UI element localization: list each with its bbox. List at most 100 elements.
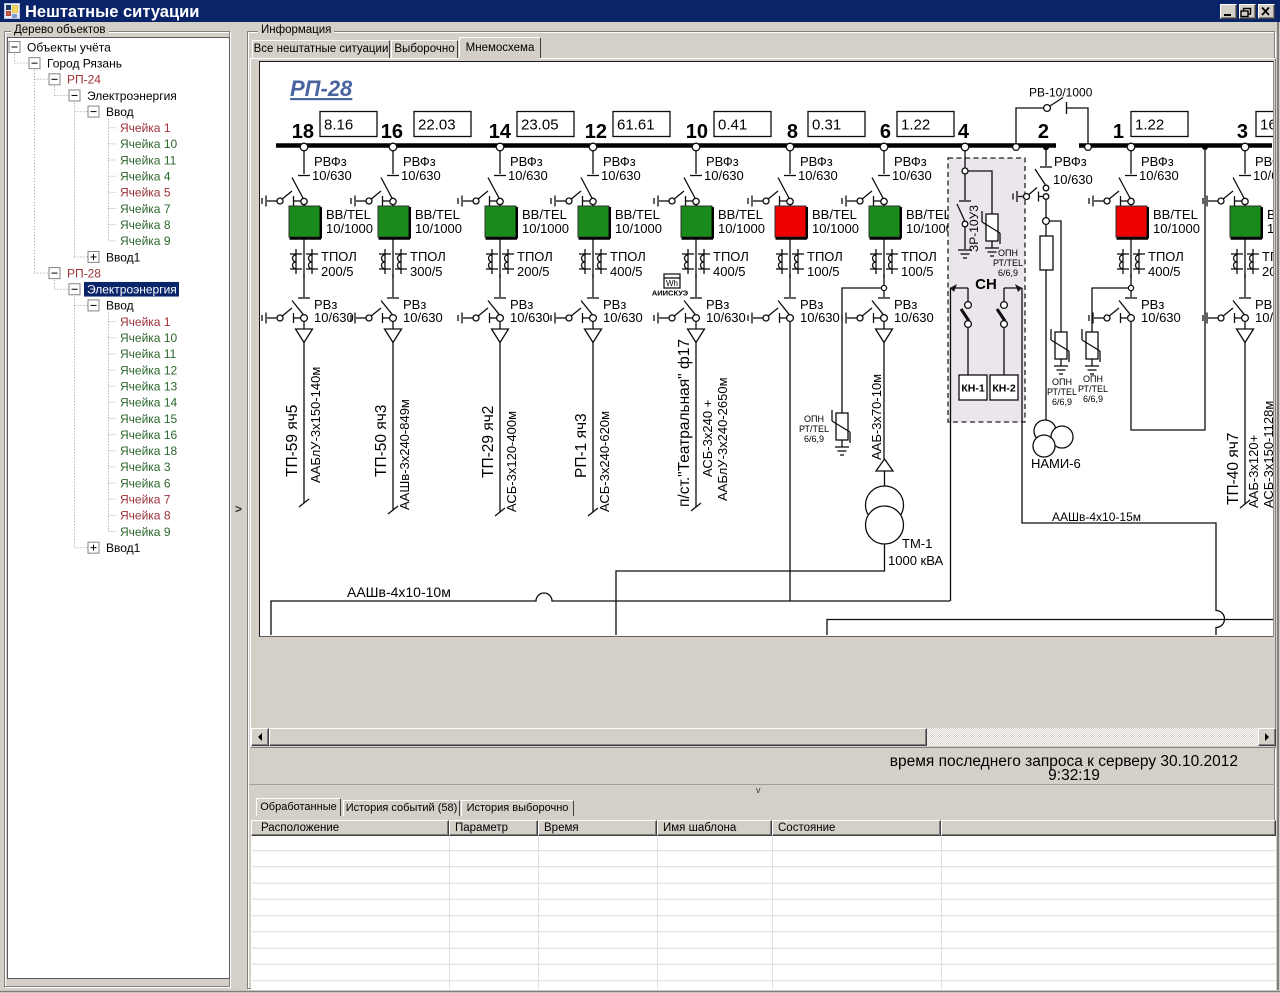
svg-text:ААБлУ-3х240-2650м: ААБлУ-3х240-2650м [715, 377, 730, 501]
svg-text:10/1000: 10/1000 [522, 221, 569, 236]
svg-text:10/1000: 10/1000 [1267, 221, 1276, 236]
svg-text:10/630: 10/630 [601, 168, 641, 183]
svg-text:ТП-29 яч2: ТП-29 яч2 [480, 406, 497, 478]
svg-text:ВВ/TEL: ВВ/TEL [615, 207, 660, 222]
svg-text:10/630: 10/630 [1139, 168, 1179, 183]
svg-text:10/1000: 10/1000 [615, 221, 662, 236]
svg-text:РВФз: РВФз [1141, 154, 1174, 169]
svg-text:200/5: 200/5 [517, 264, 550, 279]
svg-text:СН: СН [975, 276, 997, 293]
svg-text:10/1000: 10/1000 [718, 221, 765, 236]
svg-text:1: 1 [1113, 121, 1124, 143]
svg-text:ААШв-3х240-849м: ААШв-3х240-849м [397, 399, 412, 510]
svg-text:ЗР-10У3: ЗР-10У3 [967, 205, 981, 252]
svg-text:100/5: 100/5 [807, 264, 840, 279]
svg-text:0.31: 0.31 [812, 117, 841, 134]
svg-text:10/630: 10/630 [1253, 168, 1276, 183]
svg-text:РВФз: РВФз [510, 154, 543, 169]
svg-text:10/1000: 10/1000 [906, 221, 953, 236]
svg-text:10/1000: 10/1000 [1153, 221, 1200, 236]
svg-text:16: 16 [1260, 117, 1276, 134]
svg-text:10/630: 10/630 [1053, 172, 1093, 187]
svg-text:10/630: 10/630 [401, 168, 441, 183]
svg-text:ТПОЛ: ТПОЛ [610, 249, 646, 264]
svg-text:АСБ-3х240 +: АСБ-3х240 + [700, 400, 715, 477]
svg-text:400/5: 400/5 [610, 264, 643, 279]
svg-text:10/1000: 10/1000 [326, 221, 373, 236]
svg-text:ОПН: ОПН [998, 248, 1018, 258]
svg-text:Wh: Wh [666, 279, 678, 288]
svg-text:РТ/TEL: РТ/TEL [1078, 384, 1108, 394]
svg-text:РВФз: РВФз [800, 154, 833, 169]
svg-text:400/5: 400/5 [713, 264, 746, 279]
svg-text:1.22: 1.22 [1135, 117, 1164, 134]
svg-text:РП-1 яч3: РП-1 яч3 [573, 413, 590, 478]
svg-text:ОПН: ОПН [1083, 374, 1103, 384]
svg-text:РП-28: РП-28 [290, 76, 353, 101]
svg-text:ВВ/TEL: ВВ/TEL [1267, 207, 1276, 222]
svg-text:10/630: 10/630 [403, 310, 443, 325]
svg-text:300/5: 300/5 [410, 264, 443, 279]
svg-text:1.22: 1.22 [901, 117, 930, 134]
svg-text:10/630: 10/630 [1141, 310, 1181, 325]
svg-text:ТПОЛ: ТПОЛ [410, 249, 446, 264]
svg-text:2: 2 [1038, 121, 1049, 143]
svg-text:ТПОЛ: ТПОЛ [517, 249, 553, 264]
svg-text:6/6,9: 6/6,9 [1052, 397, 1072, 407]
svg-text:6/6,9: 6/6,9 [804, 434, 824, 444]
svg-text:РВФз: РВФз [403, 154, 436, 169]
svg-text:РВФз: РВФз [706, 154, 739, 169]
svg-text:10/1000: 10/1000 [415, 221, 462, 236]
svg-text:ТП-50 яч3: ТП-50 яч3 [373, 405, 390, 477]
svg-text:6/6,9: 6/6,9 [1083, 394, 1103, 404]
svg-text:ТПОЛ: ТПОЛ [807, 249, 843, 264]
svg-text:6: 6 [880, 121, 891, 143]
svg-text:100/5: 100/5 [901, 264, 934, 279]
svg-text:ТПОЛ: ТПОЛ [901, 249, 937, 264]
svg-text:10/630: 10/630 [706, 310, 746, 325]
svg-text:61.61: 61.61 [617, 117, 655, 134]
svg-text:10/630: 10/630 [603, 310, 643, 325]
svg-text:400/5: 400/5 [1148, 264, 1181, 279]
svg-text:ААШв-4х10-15м: ААШв-4х10-15м [1052, 510, 1141, 524]
svg-text:10/630: 10/630 [704, 168, 744, 183]
svg-text:АИИСКУЭ: АИИСКУЭ [652, 289, 689, 298]
svg-text:10/630: 10/630 [1255, 310, 1276, 325]
svg-text:ОПН: ОПН [804, 414, 824, 424]
svg-text:ВВ/TEL: ВВ/TEL [522, 207, 567, 222]
svg-text:10/630: 10/630 [798, 168, 838, 183]
svg-text:ТПОЛ: ТПОЛ [321, 249, 357, 264]
svg-text:ВВ/TEL: ВВ/TEL [326, 207, 371, 222]
svg-text:РВФз: РВФз [1255, 154, 1276, 169]
svg-text:ТПОЛ: ТПОЛ [1148, 249, 1184, 264]
svg-text:НАМИ-6: НАМИ-6 [1031, 456, 1081, 471]
svg-text:23.05: 23.05 [521, 117, 559, 134]
svg-text:12: 12 [585, 121, 607, 143]
svg-text:ААБлУ-3х150-140м: ААБлУ-3х150-140м [308, 367, 323, 483]
svg-text:РТ/TEL: РТ/TEL [799, 424, 829, 434]
svg-text:4: 4 [958, 121, 970, 143]
svg-text:6/6,9: 6/6,9 [998, 268, 1018, 278]
svg-text:РВФз: РВФз [894, 154, 927, 169]
svg-text:10/630: 10/630 [892, 168, 932, 183]
svg-text:ВВ/TEL: ВВ/TEL [1153, 207, 1198, 222]
svg-text:ТП-40 яч7: ТП-40 яч7 [1225, 433, 1242, 505]
svg-text:0.41: 0.41 [718, 117, 747, 134]
svg-text:ААШв-4х10-10м: ААШв-4х10-10м [347, 584, 451, 600]
svg-text:8.16: 8.16 [324, 117, 353, 134]
svg-text:ТМ-1: ТМ-1 [902, 536, 932, 551]
svg-text:ВВ/TEL: ВВ/TEL [718, 207, 763, 222]
svg-text:РТ/TEL: РТ/TEL [1047, 387, 1077, 397]
svg-text:10/630: 10/630 [510, 310, 550, 325]
svg-text:22.03: 22.03 [418, 117, 456, 134]
svg-text:14: 14 [489, 121, 512, 143]
svg-text:3: 3 [1237, 121, 1248, 143]
svg-text:10/630: 10/630 [894, 310, 934, 325]
svg-text:10/630: 10/630 [800, 310, 840, 325]
svg-text:ВВ/TEL: ВВ/TEL [415, 207, 460, 222]
svg-text:200/5: 200/5 [321, 264, 354, 279]
svg-text:16: 16 [381, 121, 403, 143]
svg-text:18: 18 [292, 121, 314, 143]
svg-text:КН-1: КН-1 [961, 383, 984, 395]
svg-text:п/ст."Театральная" ф17: п/ст."Театральная" ф17 [676, 339, 693, 507]
